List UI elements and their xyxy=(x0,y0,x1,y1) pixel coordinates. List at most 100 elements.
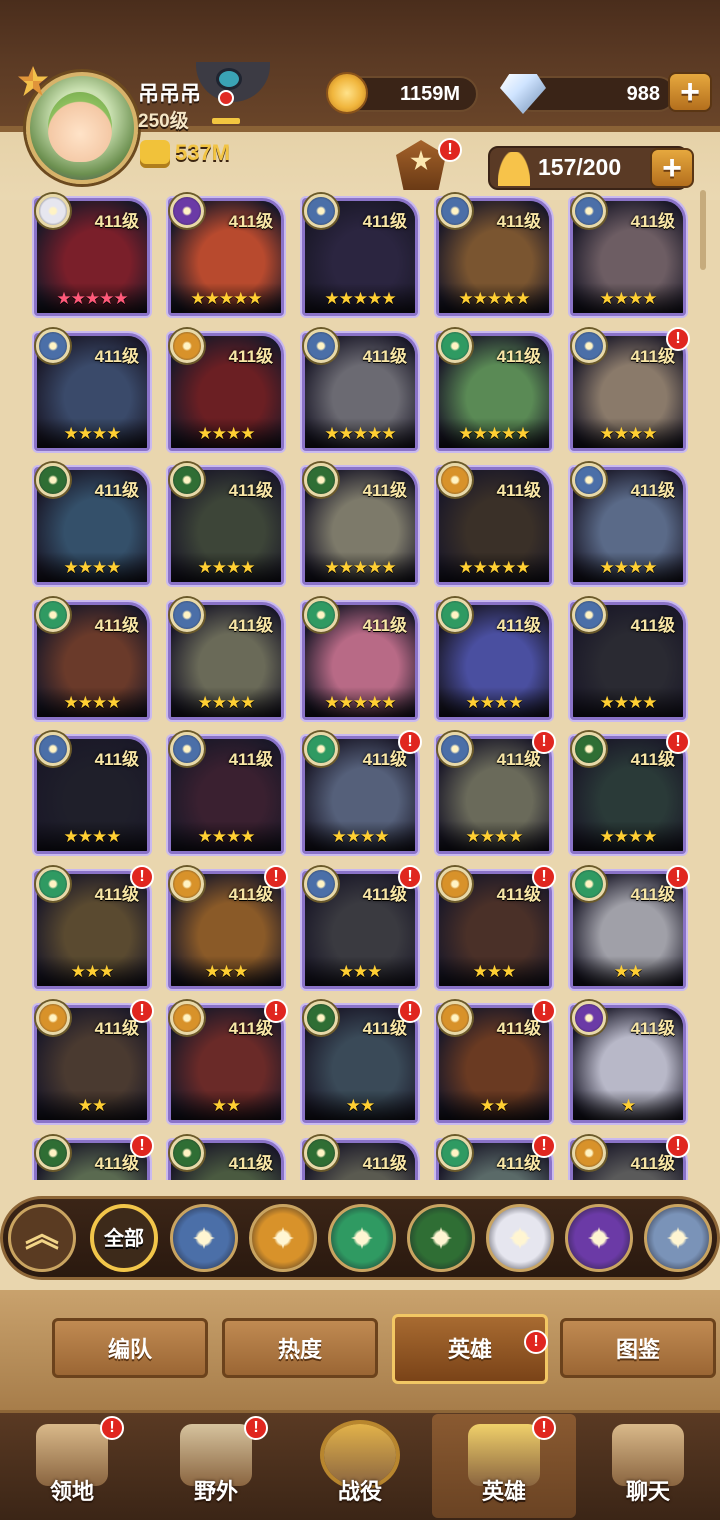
mauler-faction-icon xyxy=(272,1227,294,1249)
filter-hypogean-button[interactable] xyxy=(565,1204,633,1272)
hero-level: 411级 xyxy=(362,212,407,231)
mauler-faction-icon xyxy=(36,1001,70,1035)
wilder-faction-icon xyxy=(438,1135,472,1170)
celestial-faction-icon xyxy=(509,1227,531,1249)
hero-alert-badge: ! xyxy=(398,999,422,1023)
hero-level: 411级 xyxy=(496,615,541,635)
hero-alert-badge: ! xyxy=(264,864,288,889)
mauler-faction-icon xyxy=(170,866,204,901)
graveborn-faction-icon xyxy=(36,1135,70,1170)
wilder-faction-icon xyxy=(36,866,70,901)
hero-stars: ★★ xyxy=(211,1096,241,1115)
wilder-faction-icon xyxy=(438,597,472,632)
hero-stars: ★★ xyxy=(479,1096,509,1115)
hero-alert-badge: ! xyxy=(398,730,422,754)
hero-alert-badge: ! xyxy=(130,1133,154,1158)
add-roster-slots-button[interactable]: + xyxy=(650,148,694,188)
xp-bar xyxy=(212,118,240,124)
mauler-faction-icon xyxy=(170,1001,204,1035)
lightbearer-faction-icon xyxy=(304,866,338,901)
lightbearer-faction-icon xyxy=(572,328,606,363)
filter-graveborn-button[interactable] xyxy=(407,1204,475,1272)
lightbearer-faction-icon xyxy=(170,732,204,766)
wilder-faction-icon xyxy=(304,732,338,766)
hero-level: 411级 xyxy=(228,346,273,366)
tab-formation[interactable]: 编队 xyxy=(52,1318,208,1378)
hero-alert-badge: ! xyxy=(666,730,690,754)
notification-dot xyxy=(218,90,234,106)
hero-level: 411级 xyxy=(228,481,273,500)
hero-alert-badge: ! xyxy=(532,864,556,889)
hero-stars: ★★★★ xyxy=(197,423,256,443)
hero-stars: ★★★★★ xyxy=(324,692,396,712)
nav-sword-shield[interactable]: 战役 xyxy=(288,1414,432,1518)
filter-lightbearer-button[interactable] xyxy=(170,1204,238,1272)
avatar-portrait xyxy=(48,92,112,162)
scrollbar[interactable] xyxy=(700,190,706,270)
hero-stars: ★★★★★ xyxy=(324,289,396,308)
hero-level: 411级 xyxy=(94,481,139,500)
celestial-faction-icon xyxy=(36,194,70,228)
roster-count: 157/200 xyxy=(538,154,622,180)
graveborn-faction-icon xyxy=(170,1135,204,1170)
hero-stars: ★★★ xyxy=(472,961,517,981)
wilder-faction-icon xyxy=(36,597,70,632)
hero-stars: ★★★★★ xyxy=(56,289,128,308)
hero-alert-badge: ! xyxy=(666,326,690,351)
hero-alert-badge: ! xyxy=(666,864,690,889)
tab-codex[interactable]: 图鉴 xyxy=(560,1318,716,1378)
hero-alert-badge: ! xyxy=(398,864,422,889)
mauler-faction-icon xyxy=(438,463,472,497)
hero-level: 411级 xyxy=(94,346,139,366)
lightbearer-faction-icon xyxy=(572,463,606,497)
hero-stars: ★★★★★ xyxy=(324,558,396,577)
mauler-faction-icon xyxy=(170,328,204,363)
nav-chat-bubble[interactable]: 聊天 xyxy=(576,1414,720,1518)
hero-stars: ★★★★ xyxy=(465,692,524,712)
hero-stars: ★★★★★ xyxy=(458,558,530,577)
nav-label: 野外 xyxy=(193,1479,238,1504)
filter-all-label: 全部 xyxy=(104,1228,144,1250)
wilder-faction-icon xyxy=(304,597,338,632)
hero-stars: ★★★★ xyxy=(599,827,658,846)
hero-stars: ★★★★★ xyxy=(458,289,530,308)
filter-wilder-button[interactable] xyxy=(328,1204,396,1272)
hero-stars: ★★★★ xyxy=(331,827,390,846)
nav-label: 英雄 xyxy=(481,1479,526,1504)
nav-label: 聊天 xyxy=(625,1479,670,1504)
mauler-faction-icon xyxy=(438,1001,472,1035)
player-avatar[interactable] xyxy=(18,66,146,194)
graveborn-faction-icon xyxy=(304,1135,338,1170)
hero-stars: ★★ xyxy=(613,961,643,981)
hero-stars: ★★★★ xyxy=(465,827,524,846)
hero-stars: ★★★★ xyxy=(197,558,256,577)
nav-scroll-map[interactable]: 野外! xyxy=(144,1414,288,1518)
graveborn-faction-icon xyxy=(304,463,338,497)
nav-castle[interactable]: 领地! xyxy=(0,1414,144,1518)
filter-dimensional-button[interactable] xyxy=(644,1204,712,1272)
collapse-filter-button[interactable]: ︽ xyxy=(8,1204,76,1272)
hero-level: 411级 xyxy=(228,615,273,635)
hypogean-faction-icon xyxy=(170,194,204,228)
tab-popularity[interactable]: 热度 xyxy=(222,1318,378,1378)
filter-mauler-button[interactable] xyxy=(249,1204,317,1272)
hero-stars: ★ xyxy=(620,1096,636,1115)
hero-stars: ★★★★ xyxy=(63,423,122,443)
hero-alert-badge: ! xyxy=(532,999,556,1023)
nav-helmet[interactable]: 英雄! xyxy=(432,1414,576,1518)
hero-level: 411级 xyxy=(496,346,541,366)
hero-level: 411级 xyxy=(496,481,541,500)
filter-all-button[interactable]: 全部 xyxy=(90,1204,158,1272)
tab-heroes[interactable]: 英雄 xyxy=(392,1314,548,1384)
hero-stars: ★★★★★ xyxy=(190,289,262,308)
person-icon xyxy=(498,152,530,186)
fist-power-icon xyxy=(140,140,170,168)
filter-celestial-button[interactable] xyxy=(486,1204,554,1272)
hero-level: 411级 xyxy=(362,1153,407,1173)
graveborn-faction-icon xyxy=(304,1001,338,1035)
graveborn-faction-icon xyxy=(170,463,204,497)
hero-level: 411级 xyxy=(228,1153,273,1173)
add-gems-button[interactable]: + xyxy=(668,72,712,112)
graveborn-faction-icon xyxy=(36,463,70,497)
hero-stars: ★★★★ xyxy=(197,827,256,846)
